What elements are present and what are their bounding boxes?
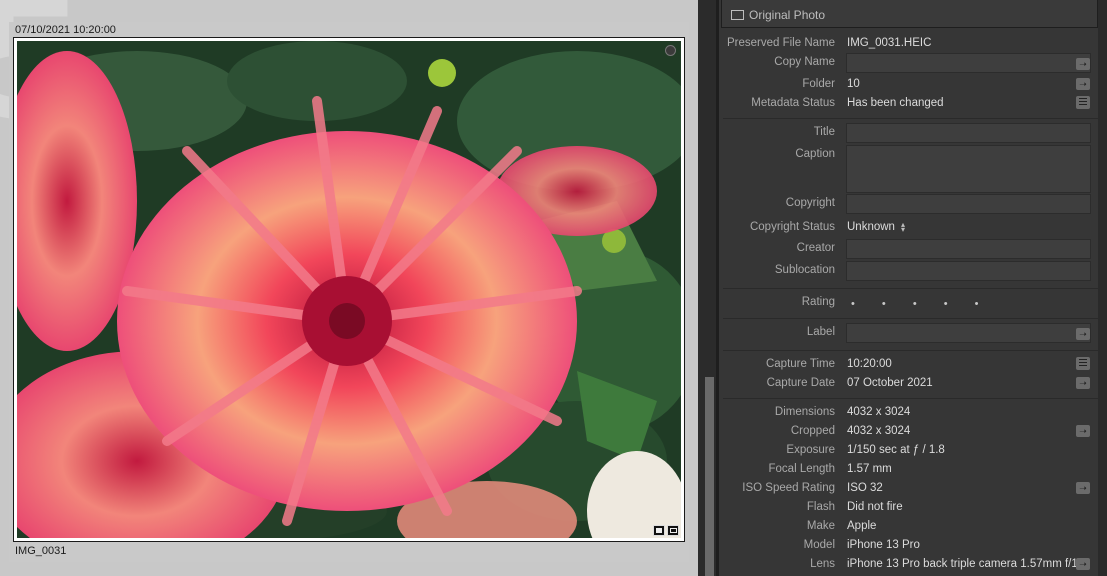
label-field[interactable] xyxy=(846,323,1091,343)
lens-arrow-icon[interactable]: ➝ xyxy=(1076,558,1090,570)
comment-badge-icon[interactable] xyxy=(653,525,665,536)
divider xyxy=(723,118,1098,119)
capture-time-value: 10:20:00 xyxy=(847,358,892,370)
title-label: Title xyxy=(813,126,835,138)
make-value: Apple xyxy=(847,520,877,532)
crop-badge-icon[interactable] xyxy=(667,525,679,536)
preserved-file-name-value: IMG_0031.HEIC xyxy=(847,37,932,49)
copy-name-arrow-icon[interactable]: ➝ xyxy=(1076,58,1090,70)
original-photo-label: Original Photo xyxy=(749,8,826,22)
lens-label: Lens xyxy=(810,558,835,570)
thumbnail-badges xyxy=(653,525,679,536)
updown-chevron-icon[interactable]: ▴ ▾ xyxy=(901,221,905,234)
capture-date-arrow-icon[interactable]: ➝ xyxy=(1076,377,1090,389)
iso-arrow-icon[interactable]: ➝ xyxy=(1076,482,1090,494)
copyright-status-label: Copyright Status xyxy=(749,221,835,233)
make-label: Make xyxy=(806,520,835,532)
focal-length-value: 1.57 mm xyxy=(847,463,892,475)
rating-stars[interactable]: • • • • • xyxy=(851,298,990,310)
copy-name-field[interactable] xyxy=(846,53,1091,73)
folder-arrow-icon[interactable]: ➝ xyxy=(1076,78,1090,90)
original-photo-checkbox[interactable] xyxy=(731,10,744,20)
label-label: Label xyxy=(806,326,835,338)
folder-label: Folder xyxy=(802,78,835,90)
folder-value: 10 xyxy=(847,78,860,90)
dahlia-photo[interactable] xyxy=(17,41,681,538)
exposure-value: 1/150 sec at ƒ / 1.8 xyxy=(847,444,945,456)
exposure-label: Exposure xyxy=(786,444,835,456)
sublocation-label: Sublocation xyxy=(774,264,835,276)
cropped-arrow-icon[interactable]: ➝ xyxy=(1076,425,1090,437)
label-arrow-icon[interactable]: ➝ xyxy=(1076,328,1090,340)
grid-scrollbar-thumb[interactable] xyxy=(705,377,714,576)
metadata-status-label: Metadata Status xyxy=(751,97,835,109)
capture-time-list-icon[interactable] xyxy=(1076,357,1090,370)
flash-label: Flash xyxy=(806,501,835,513)
capture-time-label: Capture Time xyxy=(765,358,835,370)
creator-label: Creator xyxy=(796,242,835,254)
divider xyxy=(723,318,1098,319)
divider xyxy=(723,350,1098,351)
dimensions-value: 4032 x 3024 xyxy=(847,406,911,418)
panel-scroll-track[interactable] xyxy=(1098,0,1107,576)
capture-date-label: Capture Date xyxy=(766,377,835,389)
capture-date-value: 07 October 2021 xyxy=(847,377,933,389)
thumbnail-filename: IMG_0031 xyxy=(15,545,67,557)
caption-label: Caption xyxy=(795,148,835,160)
cropped-label: Cropped xyxy=(790,425,835,437)
model-value: iPhone 13 Pro xyxy=(847,539,920,551)
select-circle-icon[interactable] xyxy=(665,45,676,56)
copyright-field[interactable] xyxy=(846,194,1091,214)
cropped-value: 4032 x 3024 xyxy=(847,425,911,437)
preserved-file-name-label: Preserved File Name xyxy=(726,37,835,49)
rating-label: Rating xyxy=(801,296,835,308)
flash-value: Did not fire xyxy=(847,501,903,513)
metadata-status-value: Has been changed xyxy=(847,97,944,109)
divider xyxy=(723,288,1098,289)
iso-label: ISO Speed Rating xyxy=(742,482,835,494)
caption-field[interactable] xyxy=(846,145,1091,193)
dahlia-image xyxy=(17,41,681,538)
sublocation-field[interactable] xyxy=(846,261,1091,281)
metadata-status-list-icon[interactable] xyxy=(1076,96,1090,109)
focal-length-label: Focal Length xyxy=(768,463,836,475)
copyright-label: Copyright xyxy=(785,197,835,209)
lens-value: iPhone 13 Pro back triple camera 1.57mm … xyxy=(847,558,1088,570)
copy-name-label: Copy Name xyxy=(774,56,835,68)
photo-thumbnail[interactable] xyxy=(13,37,685,542)
model-label: Model xyxy=(803,539,835,551)
creator-field[interactable] xyxy=(846,239,1091,259)
title-field[interactable] xyxy=(846,123,1091,143)
divider xyxy=(723,398,1098,399)
thumbnail-date: 07/10/2021 10:20:00 xyxy=(15,24,116,36)
dimensions-label: Dimensions xyxy=(774,406,835,418)
iso-value: ISO 32 xyxy=(847,482,883,494)
copyright-status-select[interactable]: Unknown xyxy=(847,221,895,233)
